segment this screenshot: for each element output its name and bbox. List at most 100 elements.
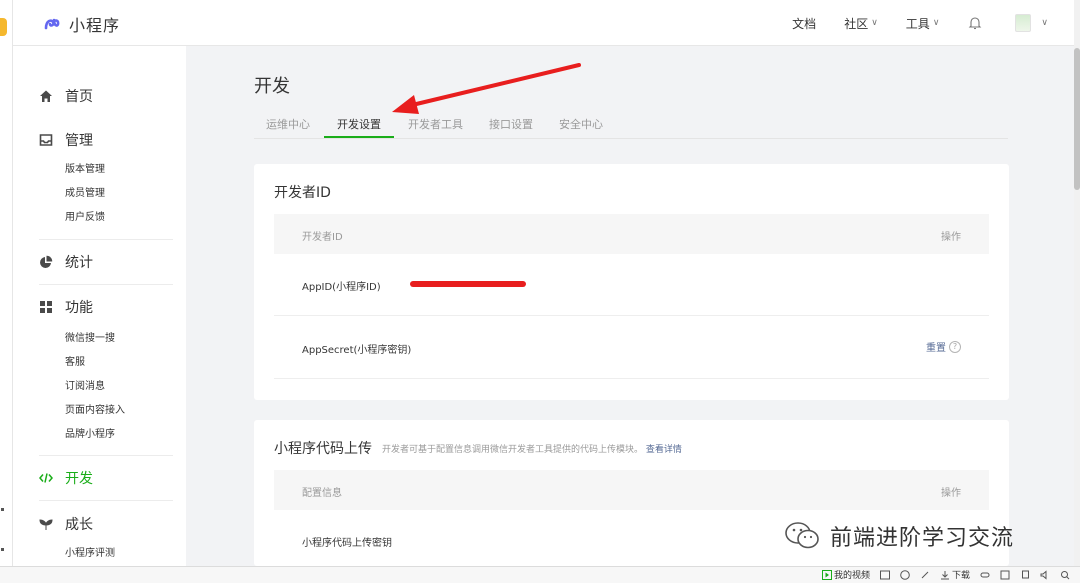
tab-bar: 运维中心 开发设置 开发者工具 接口设置 安全中心	[254, 114, 1008, 139]
column-header: 操作	[941, 488, 961, 499]
wechat-icon	[785, 522, 819, 549]
sidebar-divider	[39, 239, 173, 240]
tab-security-center[interactable]: 安全中心	[559, 116, 603, 132]
home-icon	[40, 90, 52, 102]
watermark: 前端进阶学习交流	[784, 520, 1014, 552]
sidebar-item-label: 统计	[65, 255, 93, 271]
sidebar-item-label: 功能	[65, 300, 93, 316]
code-icon	[39, 473, 53, 483]
help-icon[interactable]: ?	[949, 340, 961, 353]
tab-api-settings[interactable]: 接口设置	[489, 116, 533, 132]
clock-icon[interactable]	[900, 569, 910, 580]
user-menu[interactable]: ∨	[1015, 14, 1048, 32]
sidebar-item-label: 成长	[65, 517, 93, 533]
sidebar-subitem-feedback[interactable]: 用户反馈	[13, 206, 173, 230]
zoom-icon[interactable]	[1060, 570, 1070, 580]
sidebar-subitem-page-content[interactable]: 页面内容接入	[13, 399, 173, 423]
inbox-icon	[39, 134, 53, 146]
download-button[interactable]: 下载	[940, 568, 970, 581]
card-title: 小程序代码上传	[274, 441, 372, 457]
column-header: 开发者ID	[302, 232, 343, 243]
nav-community[interactable]: 社区 ∨	[844, 15, 878, 32]
appid-label: AppID(小程序ID)	[302, 282, 381, 293]
sidebar-item-features[interactable]: 功能	[13, 297, 173, 317]
column-header: 操作	[941, 232, 961, 243]
sidebar-item-manage[interactable]: 管理	[13, 130, 173, 150]
chevron-down-icon: ∨	[1041, 18, 1048, 28]
sidebar-subitem-customer-service[interactable]: 客服	[13, 351, 173, 375]
top-header: 小程序 文档 社区 ∨ 工具 ∨ ∨	[13, 0, 1074, 46]
page-title: 开发	[254, 76, 290, 97]
upload-key-label: 小程序代码上传密钥	[302, 538, 392, 549]
watermark-text: 前端进阶学习交流	[830, 526, 1015, 551]
table-row: AppID(小程序ID)	[274, 254, 989, 316]
download-icon	[940, 570, 949, 579]
sidebar-divider	[39, 284, 173, 285]
logo[interactable]: 小程序	[41, 12, 120, 36]
play-icon	[821, 569, 832, 580]
os-app-indicator[interactable]	[0, 18, 7, 36]
reset-secret-button[interactable]: 重置 ?	[926, 339, 961, 354]
download-label: 下载	[951, 571, 970, 581]
sprout-icon	[39, 519, 53, 530]
tab-dev-tools[interactable]: 开发者工具	[408, 116, 463, 132]
card-description: 开发者可基于配置信息调用微信开发者工具提供的代码上传模块。 查看详情	[382, 442, 682, 455]
bell-icon[interactable]	[967, 15, 983, 31]
pie-chart-icon	[40, 255, 53, 268]
speaker-icon[interactable]	[1040, 569, 1050, 580]
sidebar-item-home[interactable]: 首页	[13, 86, 173, 106]
redacted-appid	[410, 281, 526, 287]
reset-label: 重置	[926, 343, 946, 354]
app-title: 小程序	[69, 16, 121, 35]
copy-icon[interactable]	[1020, 570, 1030, 580]
os-left-strip	[0, 0, 13, 583]
table-header: 配置信息 操作	[274, 470, 989, 510]
nav-docs[interactable]: 文档	[792, 15, 816, 32]
active-tab-indicator	[324, 136, 394, 138]
status-bar: 我的视频 下载	[0, 566, 1080, 583]
mini-program-logo-icon	[44, 18, 60, 30]
sidebar-item-label: 管理	[65, 133, 93, 149]
tab-dev-settings[interactable]: 开发设置	[337, 116, 381, 132]
os-dot	[1, 508, 4, 511]
sidebar-subitem-members[interactable]: 成员管理	[13, 182, 173, 206]
main-content: 开发 运维中心 开发设置 开发者工具 接口设置 安全中心 开发者ID 开发者ID…	[186, 46, 1074, 566]
sidebar-item-label: 开发	[65, 471, 93, 487]
sidebar-subitem-review[interactable]: 小程序评测	[13, 542, 173, 566]
my-video-button[interactable]: 我的视频	[821, 568, 870, 581]
sidebar-item-label: 首页	[65, 89, 93, 105]
sidebar: 首页 管理 版本管理 成员管理 用户反馈 统计 功能 微信搜一搜 客服 订阅消息…	[13, 46, 186, 566]
nav-tools[interactable]: 工具 ∨	[906, 15, 940, 32]
table-row: AppSecret(小程序密钥) 重置 ?	[274, 317, 989, 379]
sidebar-item-develop[interactable]: 开发	[13, 468, 173, 488]
appsecret-label: AppSecret(小程序密钥)	[302, 345, 412, 356]
rocket-icon[interactable]	[920, 570, 930, 580]
nav-tools-label: 工具	[905, 16, 930, 31]
card-description-text: 开发者可基于配置信息调用微信开发者工具提供的代码上传模块。	[382, 445, 644, 455]
image-icon[interactable]	[879, 570, 890, 580]
avatar	[1015, 14, 1032, 32]
developer-id-card: 开发者ID 开发者ID 操作 AppID(小程序ID) AppSecret(小程…	[254, 164, 1009, 400]
scrollbar[interactable]	[1074, 0, 1080, 566]
nav-docs-label: 文档	[792, 16, 817, 31]
grid-icon	[40, 301, 52, 313]
sidebar-item-growth[interactable]: 成长	[13, 514, 173, 534]
os-dot	[1, 548, 4, 551]
column-header: 配置信息	[302, 488, 342, 499]
scrollbar-thumb[interactable]	[1074, 48, 1080, 190]
sidebar-divider	[39, 455, 173, 456]
sidebar-subitem-subscription[interactable]: 订阅消息	[13, 375, 173, 399]
sidebar-subitem-version[interactable]: 版本管理	[13, 158, 173, 182]
window-icon[interactable]	[1000, 570, 1010, 580]
view-details-link[interactable]: 查看详情	[646, 445, 682, 455]
sidebar-subitem-wechat-search[interactable]: 微信搜一搜	[13, 327, 173, 351]
chevron-down-icon: ∨	[932, 18, 940, 28]
link-icon[interactable]	[980, 570, 990, 580]
tab-ops-center[interactable]: 运维中心	[266, 116, 310, 132]
chevron-down-icon: ∨	[871, 18, 878, 28]
card-title: 开发者ID	[274, 185, 331, 201]
my-video-label: 我的视频	[833, 571, 870, 581]
nav-community-label: 社区	[844, 16, 869, 31]
sidebar-item-stats[interactable]: 统计	[13, 252, 173, 272]
sidebar-subitem-brand[interactable]: 品牌小程序	[13, 423, 173, 447]
